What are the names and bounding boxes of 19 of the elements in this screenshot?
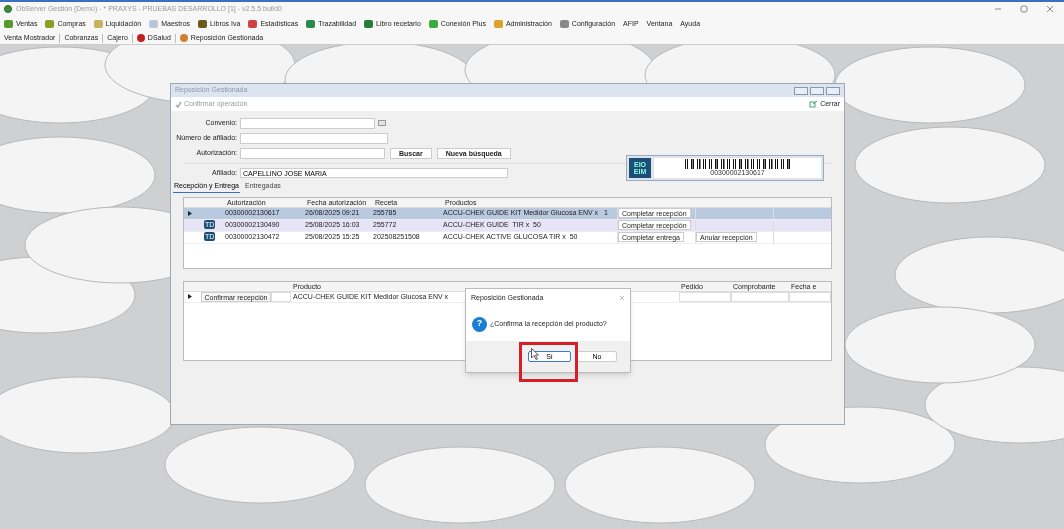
close-button[interactable] xyxy=(826,86,840,95)
input-field[interactable] xyxy=(240,147,385,159)
minimize-button[interactable] xyxy=(794,86,808,95)
close-button[interactable] xyxy=(619,295,625,301)
lookup-icon[interactable] xyxy=(378,120,386,126)
minimize-button[interactable] xyxy=(994,5,1002,13)
check-icon xyxy=(175,100,182,108)
close-button[interactable] xyxy=(1046,5,1054,13)
row-pointer-icon xyxy=(188,294,192,300)
maximize-button[interactable] xyxy=(1020,5,1028,13)
cursor-icon xyxy=(531,348,539,360)
maximize-button[interactable] xyxy=(810,86,824,95)
row-pointer-icon xyxy=(188,210,192,216)
input-field[interactable] xyxy=(240,117,375,129)
input-field[interactable] xyxy=(240,132,388,144)
app-logo-icon xyxy=(4,5,12,13)
exit-icon xyxy=(809,100,819,108)
highlight-frame xyxy=(519,342,578,382)
question-icon: ? xyxy=(472,316,487,332)
